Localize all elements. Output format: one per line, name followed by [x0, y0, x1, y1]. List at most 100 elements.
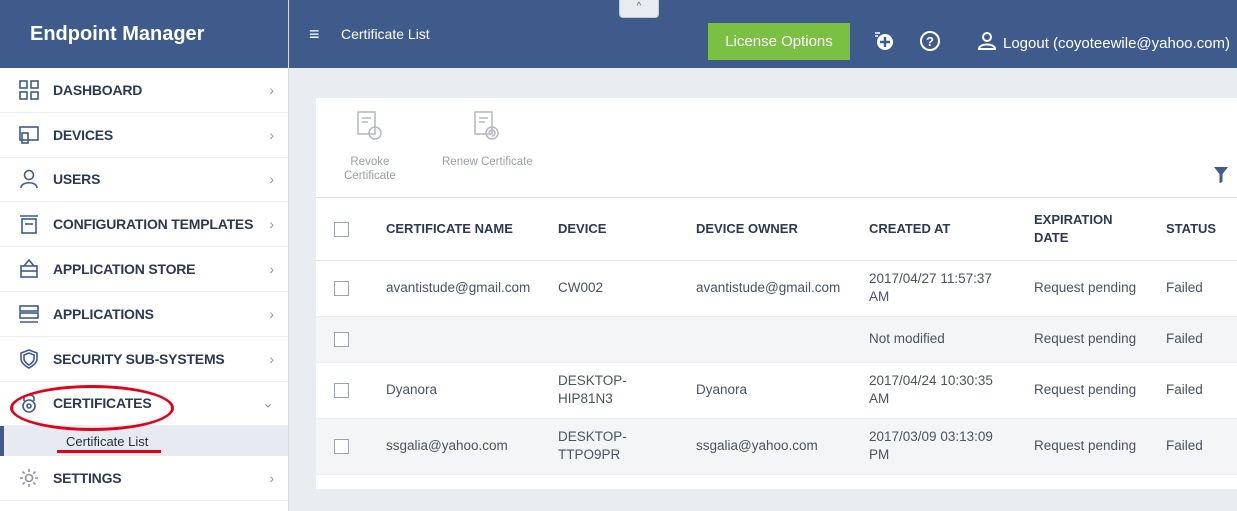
gear-icon [18, 467, 40, 489]
cell-status: Failed [1160, 362, 1237, 419]
column-header[interactable]: DEVICE [552, 198, 690, 261]
license-options-button[interactable]: License Options [708, 23, 850, 60]
column-header[interactable]: EXPIRATION DATE [1028, 198, 1160, 261]
cell-device-owner [690, 316, 863, 363]
cell-certificate-name: ssgalia@yahoo.com [380, 418, 552, 475]
sidebar-item-label: CONFIGURATION TEMPLATES [53, 216, 254, 233]
cell-device-owner: ssgalia@yahoo.com [690, 418, 863, 475]
store-icon [18, 258, 40, 280]
renew-certificate-button[interactable]: Renew Certificate [442, 110, 533, 169]
devices-icon [18, 124, 40, 146]
row-checkbox[interactable] [334, 382, 349, 398]
sidebar-item-certificates[interactable]: CERTIFICATES ⌄ [0, 382, 288, 427]
sidebar-item-configuration-templates[interactable]: CONFIGURATION TEMPLATES › [0, 202, 288, 248]
cell-expiration-date: Request pending [1028, 418, 1160, 475]
chevron-right-icon: › [269, 171, 274, 188]
page-title: Certificate List [341, 26, 430, 42]
renew-certificate-icon [472, 110, 502, 145]
sidebar-item-settings[interactable]: SETTINGS › [0, 456, 288, 502]
collapse-header-tab[interactable]: ^ [619, 0, 659, 18]
chevron-right-icon: › [269, 126, 274, 143]
sidebar-item-application-store[interactable]: APPLICATION STORE › [0, 247, 288, 292]
sidebar-item-label: CERTIFICATES [53, 395, 152, 412]
cell-device [552, 316, 690, 363]
table-row[interactable]: avantistude@gmail.com CW002 avantistude@… [316, 260, 1237, 317]
cell-device: DESKTOP- HIP81N3 [552, 362, 690, 419]
lock-icon [18, 392, 40, 414]
add-icon[interactable] [873, 30, 895, 52]
cell-status: Failed [1160, 260, 1237, 317]
annotation-underline [57, 450, 161, 453]
certificate-table: CERTIFICATE NAME DEVICE DEVICE OWNER CRE… [316, 198, 1237, 475]
revoke-certificate-button[interactable]: Revoke Certificate [344, 110, 396, 183]
sidebar: Endpoint Manager DASHBOARD › DEVICES › U… [0, 0, 289, 511]
revoke-certificate-icon [355, 110, 385, 145]
cell-status: Failed [1160, 316, 1237, 363]
header-bar: ≡ Certificate List ^ License Options ? L… [289, 0, 1237, 68]
app-title: Endpoint Manager [0, 0, 288, 68]
toolbar: Revoke Certificate Renew Certificate [316, 98, 1237, 198]
chevron-right-icon: › [269, 350, 274, 367]
filter-icon[interactable] [1213, 166, 1229, 189]
shield-icon [18, 348, 40, 370]
logout-link[interactable]: Logout (coyoteewile@yahoo.com) [977, 31, 1230, 55]
hamburger-menu-icon[interactable]: ≡ [309, 24, 327, 45]
sidebar-item-label: APPLICATION STORE [53, 261, 196, 278]
column-header[interactable]: CERTIFICATE NAME [380, 198, 552, 261]
sidebar-item-applications[interactable]: APPLICATIONS › [0, 292, 288, 337]
row-checkbox[interactable] [334, 438, 349, 454]
cell-created-at: 2017/03/09 03:13:09 PM [863, 418, 1028, 475]
cell-created-at: Not modified [863, 316, 1028, 363]
dashboard-icon [18, 79, 40, 101]
cell-certificate-name: Dyanora [380, 362, 552, 419]
row-checkbox[interactable] [334, 331, 349, 347]
sidebar-item-label: SECURITY SUB-SYSTEMS [53, 350, 225, 367]
cell-device-owner: avantistude@gmail.com [690, 260, 863, 317]
sidebar-item-label: DASHBOARD [53, 81, 143, 98]
cell-device: DESKTOP- TTPO9PR [552, 418, 690, 475]
user-icon [977, 31, 997, 55]
chevron-right-icon: › [269, 261, 274, 278]
help-icon[interactable]: ? [919, 30, 941, 52]
cell-status: Failed [1160, 418, 1237, 475]
sidebar-item-label: USERS [53, 171, 101, 188]
chevron-right-icon: › [269, 305, 274, 322]
column-header[interactable]: STATUS [1160, 198, 1237, 261]
sidebar-item-security-sub-systems[interactable]: SECURITY SUB-SYSTEMS › [0, 337, 288, 382]
cell-created-at: 2017/04/27 11:57:37 AM [863, 260, 1028, 317]
chevron-right-icon: › [269, 81, 274, 98]
revoke-label: Revoke Certificate [344, 156, 396, 182]
column-header[interactable]: DEVICE OWNER [690, 198, 863, 261]
renew-label: Renew Certificate [442, 156, 533, 168]
cell-expiration-date: Request pending [1028, 316, 1160, 363]
cell-expiration-date: Request pending [1028, 362, 1160, 419]
chevron-right-icon: › [269, 470, 274, 487]
cell-certificate-name [380, 316, 552, 363]
table-header-row: CERTIFICATE NAME DEVICE DEVICE OWNER CRE… [316, 198, 1237, 261]
cell-expiration-date: Request pending [1028, 260, 1160, 317]
sidebar-item-label: DEVICES [53, 126, 114, 143]
chevron-down-icon: ⌄ [262, 394, 274, 411]
cell-device: CW002 [552, 260, 690, 317]
table-row[interactable]: Not modified Request pending Failed [316, 316, 1237, 363]
templates-icon [18, 213, 40, 235]
applications-icon [18, 303, 40, 325]
cell-device-owner: Dyanora [690, 362, 863, 419]
cell-certificate-name: avantistude@gmail.com [380, 260, 552, 317]
row-checkbox[interactable] [334, 280, 349, 296]
sidebar-item-users[interactable]: USERS › [0, 158, 288, 203]
sidebar-item-dashboard[interactable]: DASHBOARD › [0, 68, 288, 113]
svg-text:?: ? [926, 34, 934, 49]
table-row[interactable]: Dyanora DESKTOP- HIP81N3 Dyanora 2017/04/… [316, 362, 1237, 419]
cell-created-at: 2017/04/24 10:30:35 AM [863, 362, 1028, 419]
sidebar-item-devices[interactable]: DEVICES › [0, 113, 288, 158]
select-all-checkbox[interactable] [334, 221, 349, 237]
table-row[interactable]: ssgalia@yahoo.com DESKTOP- TTPO9PR ssgali… [316, 418, 1237, 475]
chevron-right-icon: › [269, 216, 274, 233]
sidebar-subitem-label: Certificate List [66, 433, 149, 449]
sidebar-item-label: SETTINGS [53, 470, 122, 487]
sidebar-item-label: APPLICATIONS [53, 305, 154, 322]
user-icon [18, 168, 40, 190]
logout-label: Logout (coyoteewile@yahoo.com) [1003, 34, 1231, 52]
column-header[interactable]: CREATED AT [863, 198, 1028, 261]
